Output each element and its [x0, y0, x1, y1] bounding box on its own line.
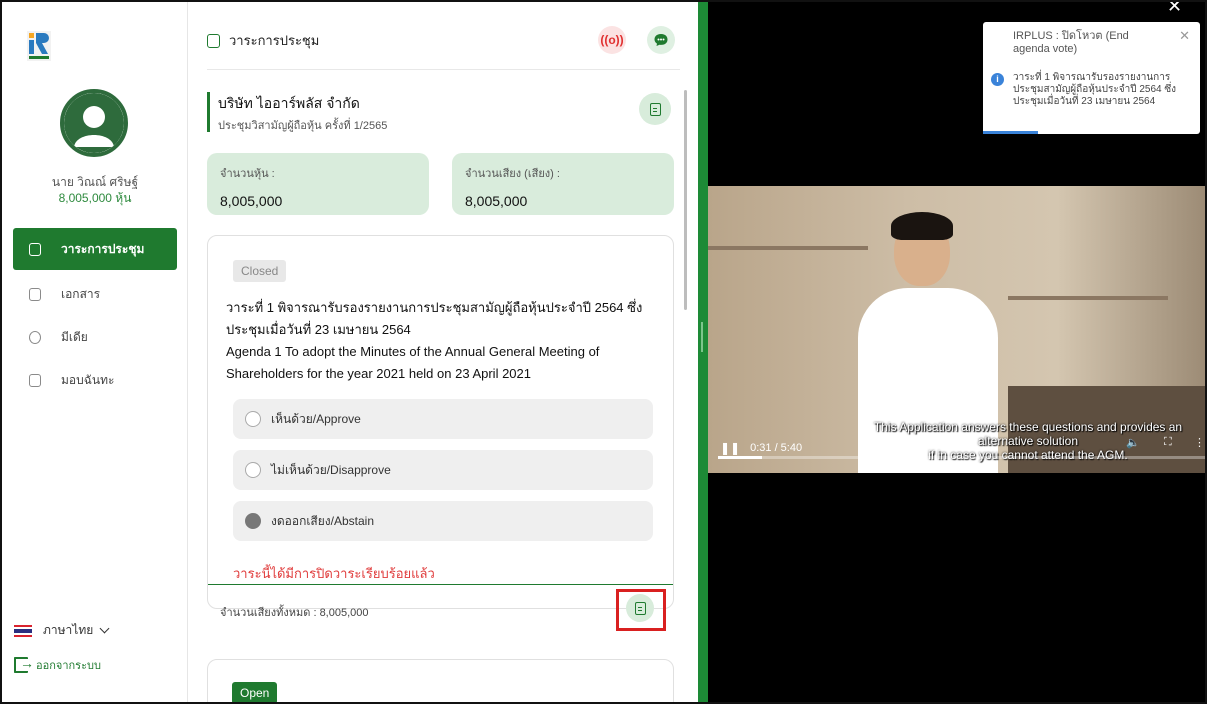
- video-pane: ✕ This Application answers these questio…: [708, 2, 1205, 702]
- presenter-hair: [891, 212, 953, 240]
- radio-button-selected[interactable]: [245, 513, 261, 529]
- agenda-text-en: Agenda 1 To adopt the Minutes of the Ann…: [226, 344, 600, 381]
- sidebar-item-media[interactable]: มีเดีย: [13, 316, 177, 358]
- agenda-icon: [29, 242, 41, 256]
- shares-label: จำนวนหุ้น :: [220, 168, 275, 180]
- chevron-down-icon: [99, 623, 110, 634]
- vote-option-approve[interactable]: เห็นด้วย/Approve: [233, 399, 653, 439]
- votes-label: จำนวนเสียง (เสียง) :: [465, 168, 560, 180]
- user-silhouette-icon: [64, 93, 124, 153]
- document-icon: [634, 601, 646, 615]
- more-options-icon[interactable]: ⋮: [1194, 436, 1205, 449]
- sidebar-item-documents[interactable]: เอกสาร: [13, 273, 177, 315]
- irplus-logo: [27, 31, 51, 61]
- agenda-card-next: Open: [207, 659, 674, 702]
- header-divider: [207, 69, 680, 70]
- logout-label: ออกจากระบบ: [36, 660, 101, 672]
- thai-flag-icon: [14, 624, 32, 637]
- video-player[interactable]: This Application answers these questions…: [708, 186, 1205, 473]
- volume-icon[interactable]: 🔈: [1126, 436, 1140, 449]
- company-accent-bar: [207, 92, 210, 132]
- sidebar-item-label: วาระการประชุม: [61, 241, 145, 256]
- info-icon: i: [991, 73, 1004, 86]
- live-button[interactable]: ((o)): [598, 26, 626, 54]
- meeting-name: ประชุมวิสามัญผู้ถือหุ้น ครั้งที่ 1/2565: [218, 120, 388, 132]
- page-title: วาระการประชุม: [207, 30, 319, 51]
- card-divider: [208, 584, 673, 585]
- video-progress-bar[interactable]: [718, 456, 1205, 459]
- video-progress-fill: [718, 456, 763, 459]
- shares-card: จำนวนหุ้น : 8,005,000: [207, 153, 429, 215]
- close-icon[interactable]: ✕: [1167, 2, 1182, 17]
- option-label: งดออกเสียง/Abstain: [271, 513, 375, 528]
- logout-icon: [14, 655, 34, 673]
- total-votes: จำนวนเสียงทั้งหมด : 8,005,000: [220, 607, 369, 619]
- language-label: ภาษาไทย: [43, 623, 94, 637]
- shares-value: 8,005,000: [220, 193, 283, 209]
- meeting-document-button[interactable]: [639, 93, 671, 125]
- votes-value: 8,005,000: [465, 193, 528, 209]
- logout-button[interactable]: ออกจากระบบ: [14, 655, 101, 674]
- close-icon[interactable]: ✕: [1179, 28, 1190, 44]
- radio-button[interactable]: [245, 462, 261, 478]
- notification-toast: IRPLUS : ปิดโหวต (End agenda vote) ✕ i ว…: [983, 22, 1200, 134]
- main-panel: วาระการประชุม ((o)) บริษัท ไออาร์พลัส จำ…: [189, 2, 697, 702]
- media-icon: [29, 330, 41, 344]
- sidebar-item-proxy[interactable]: มอบฉันทะ: [13, 359, 177, 401]
- status-badge: Closed: [233, 260, 287, 282]
- sidebar-item-label: มีเดีย: [61, 329, 88, 344]
- votes-card: จำนวนเสียง (เสียง) : 8,005,000: [452, 153, 674, 215]
- panel-resize-divider[interactable]: [698, 2, 708, 702]
- chat-button[interactable]: [647, 26, 675, 54]
- document-icon: [29, 287, 41, 301]
- vote-result-document-button[interactable]: [626, 594, 654, 622]
- pause-icon[interactable]: ❚❚: [720, 441, 740, 455]
- agenda-closed-message: วาระนี้ได้มีการปิดวาระเรียบร้อยแล้ว: [233, 566, 435, 581]
- status-badge: Open: [232, 682, 278, 702]
- toast-title: IRPLUS : ปิดโหวต (End agenda vote): [1013, 30, 1129, 55]
- language-selector[interactable]: ภาษาไทย: [14, 621, 110, 640]
- agenda-card: Closed วาระที่ 1 พิจารณารับรองรายงานการป…: [207, 235, 674, 631]
- page-title-text: วาระการประชุม: [229, 33, 320, 48]
- option-label: เห็นด้วย/Approve: [271, 411, 361, 426]
- sidebar-item-label: มอบฉันทะ: [61, 372, 115, 387]
- avatar: [60, 89, 128, 157]
- vote-option-disapprove[interactable]: ไม่เห็นด้วย/Disapprove: [233, 450, 653, 490]
- live-broadcast-icon: ((o)): [600, 33, 624, 47]
- resize-handle[interactable]: [701, 322, 703, 352]
- fullscreen-icon[interactable]: ⛶: [1164, 436, 1172, 449]
- toast-message: วาระที่ 1 พิจารณารับรองรายงานการประชุมสา…: [1013, 72, 1177, 107]
- sidebar-item-label: เอกสาร: [61, 286, 101, 301]
- agenda-text-th: วาระที่ 1 พิจารณารับรองรายงานการประชุมสา…: [226, 300, 643, 337]
- background-shelf: [708, 246, 868, 250]
- vote-option-abstain[interactable]: งดออกเสียง/Abstain: [233, 501, 653, 541]
- toast-timer-bar: [983, 131, 1038, 134]
- app-window: นาย วิณณ์ ศริษฐ์ 8,005,000 หุ้น วาระการป…: [0, 0, 1207, 704]
- agenda-icon: [207, 33, 220, 48]
- radio-button[interactable]: [245, 411, 261, 427]
- agenda-description: วาระที่ 1 พิจารณารับรองรายงานการประชุมสา…: [226, 297, 666, 385]
- chat-bubble-icon: [654, 34, 668, 46]
- video-time: 0:31 / 5:40: [750, 442, 803, 454]
- sidebar-item-agenda[interactable]: วาระการประชุม: [13, 228, 177, 270]
- scrollbar[interactable]: [684, 90, 687, 310]
- company-name: บริษัท ไออาร์พลัส จำกัด: [218, 95, 360, 111]
- background-shelf: [1008, 296, 1168, 300]
- option-label: ไม่เห็นด้วย/Disapprove: [271, 462, 391, 477]
- sidebar: นาย วิณณ์ ศริษฐ์ 8,005,000 หุ้น วาระการป…: [2, 2, 188, 702]
- document-icon: [649, 102, 661, 116]
- user-shares: 8,005,000 หุ้น: [58, 191, 132, 205]
- proxy-icon: [29, 373, 41, 387]
